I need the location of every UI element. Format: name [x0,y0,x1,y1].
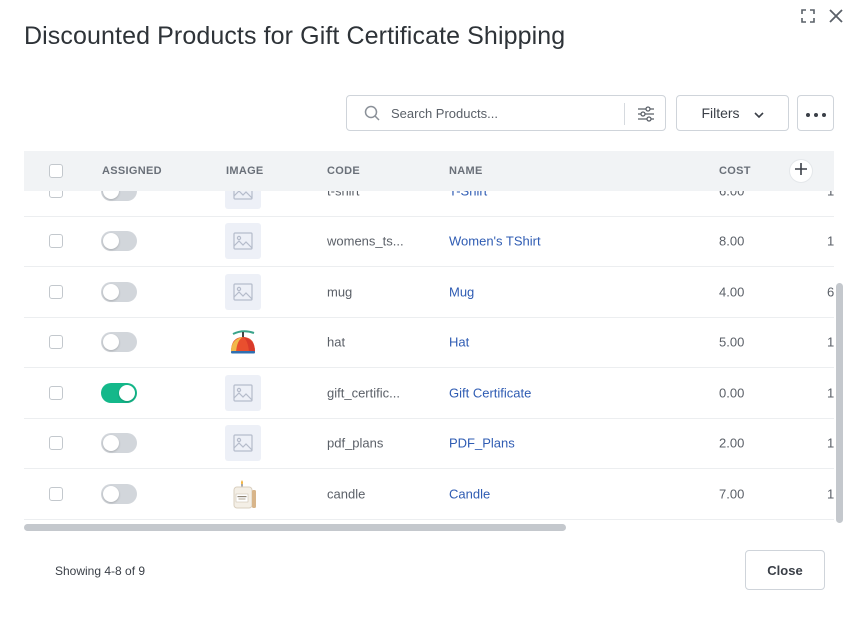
row-checkbox[interactable] [49,284,63,299]
filters-button[interactable]: Filters [676,95,789,131]
search-divider [624,103,625,125]
toggle-knob [103,485,119,502]
filters-label: Filters [701,105,740,121]
product-code: womens_ts... [327,233,404,249]
close-icon[interactable] [826,6,846,26]
image-placeholder-icon [225,273,261,310]
expand-icon[interactable] [798,6,818,26]
product-cost: 8.00 [719,233,745,249]
product-extra-value: 10 [827,233,834,249]
products-table: ASSIGNED IMAGE CODE NAME COST t-shirt T-… [24,151,834,521]
product-name-link[interactable]: Mug [449,284,474,299]
image-placeholder-icon [225,425,261,462]
assigned-toggle[interactable] [101,231,137,252]
modal-dialog: Discounted Products for Gift Certificate… [0,0,856,620]
search-box [346,95,666,131]
product-extra-value: 10 [827,334,834,350]
table-body: t-shirt T-Shirt 6.00 10 womens_ts... Wom… [24,166,834,520]
candle-jar-icon [225,476,261,512]
column-header-cost[interactable]: COST [719,165,751,177]
product-cost: 2.00 [719,435,745,451]
close-button[interactable]: Close [745,550,825,590]
modal-title: Discounted Products for Gift Certificate… [24,22,566,50]
toggle-knob [103,283,119,300]
product-cost: 0.00 [719,385,745,401]
product-extra-value: 10 [827,385,834,401]
product-cost: 4.00 [719,284,745,300]
search-input[interactable] [391,105,611,121]
add-column-button[interactable] [790,160,812,182]
assigned-toggle[interactable] [101,281,137,302]
product-code: gift_certific... [327,385,400,401]
product-extra-value: 6 [827,284,834,300]
assigned-toggle[interactable] [101,332,137,353]
more-options-button[interactable] [797,95,834,131]
product-code: pdf_plans [327,435,384,451]
row-checkbox[interactable] [49,486,63,501]
table-row[interactable]: womens_ts... Women's TShirt 8.00 10 [24,217,834,267]
assigned-toggle[interactable] [101,483,137,504]
table-row[interactable]: hat Hat 5.00 10 [24,318,834,368]
column-header-code[interactable]: CODE [327,165,360,177]
product-name-link[interactable]: Candle [449,486,490,501]
row-checkbox[interactable] [49,385,63,400]
product-name-link[interactable]: Hat [449,335,469,350]
column-header-image[interactable]: IMAGE [226,165,264,177]
select-all-checkbox[interactable] [49,164,63,178]
table-row[interactable]: candle Candle 7.00 10 [24,469,834,520]
column-header-name[interactable]: NAME [449,165,483,177]
row-checkbox[interactable] [49,234,63,249]
product-extra-value: 10 [827,486,834,502]
product-cost: 7.00 [719,486,745,502]
product-code: mug [327,284,353,300]
product-cost: 5.00 [719,334,745,350]
table-row[interactable]: mug Mug 4.00 6 [24,267,834,318]
column-header-assigned[interactable]: ASSIGNED [102,165,162,177]
chevron-down-icon [753,105,764,121]
vertical-scrollbar[interactable] [836,283,843,523]
product-name-link[interactable]: PDF_Plans [449,436,515,451]
plus-icon [795,162,807,180]
image-placeholder-icon [225,374,261,411]
product-name-link[interactable]: Women's TShirt [449,234,541,249]
product-code: candle [327,486,366,502]
more-icon [805,104,826,122]
toggle-knob [119,384,135,401]
table-row[interactable]: gift_certific... Gift Certificate 0.00 1… [24,368,834,419]
toggle-knob [103,233,119,250]
pagination-status: Showing 4-8 of 9 [55,564,146,578]
toggle-knob [103,435,119,452]
window-controls [798,6,846,26]
table-row[interactable]: pdf_plans PDF_Plans 2.00 10 [24,419,834,469]
row-checkbox[interactable] [49,436,63,451]
horizontal-scrollbar[interactable] [24,524,566,531]
row-checkbox[interactable] [49,335,63,350]
propeller-hat-icon [225,324,261,360]
product-name-link[interactable]: Gift Certificate [449,385,531,400]
product-code: hat [327,334,346,350]
search-icon [364,105,380,121]
assigned-toggle[interactable] [101,433,137,454]
product-extra-value: 10 [827,435,834,451]
table-header: ASSIGNED IMAGE CODE NAME COST [24,151,834,191]
sliders-icon[interactable] [636,104,656,124]
image-placeholder-icon [225,223,261,260]
assigned-toggle[interactable] [101,382,137,403]
toggle-knob [103,334,119,351]
